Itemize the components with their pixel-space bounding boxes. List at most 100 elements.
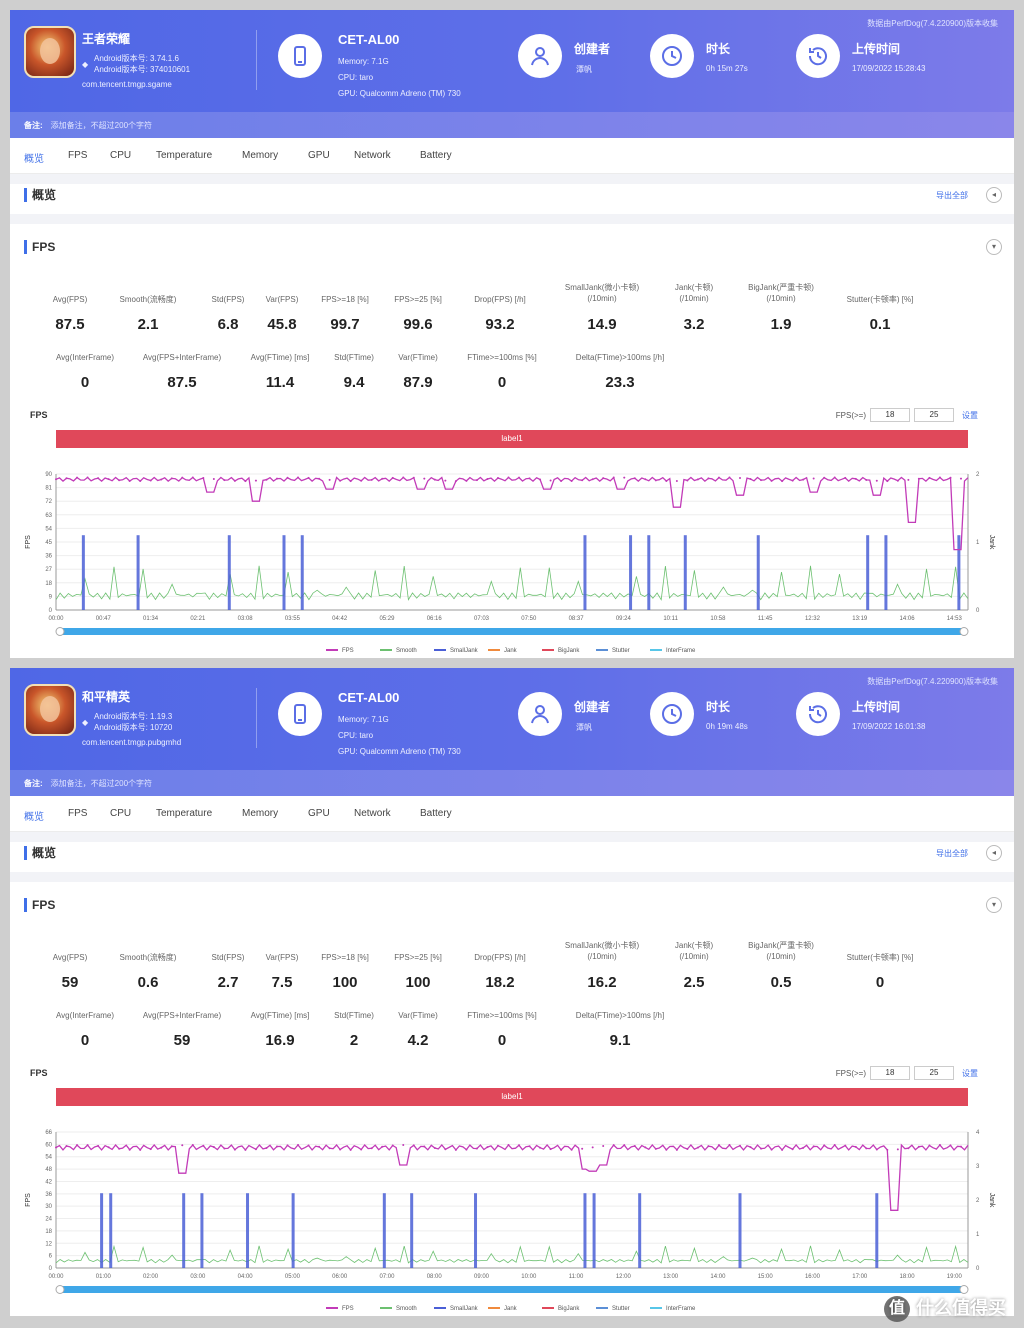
fps-point (528, 1145, 531, 1148)
device-name: CET-AL00 (338, 32, 400, 47)
fps-point (591, 1146, 594, 1149)
fps-point (107, 478, 110, 481)
smalljank-spike (282, 535, 286, 610)
overview-title: 概览 (24, 188, 56, 202)
metric-value: 100 (405, 974, 431, 991)
tab-temperature[interactable]: Temperature (156, 150, 212, 161)
fps-point (55, 478, 57, 481)
smalljank-spike (875, 1193, 879, 1268)
tab-gpu[interactable]: GPU (308, 808, 330, 819)
tab-memory[interactable]: Memory (242, 150, 278, 161)
creator-value: 潭帆 (576, 723, 592, 732)
threshold-confirm-button[interactable]: 设置 (962, 410, 978, 421)
metric-value: 0.6 (137, 974, 159, 991)
fps-point (875, 1148, 878, 1151)
y-axis-title: FPS (25, 1193, 32, 1207)
remark-bar[interactable]: 备注: 添加备注，不超过200个字符 (10, 112, 1014, 138)
y2-tick-label: 0 (976, 608, 980, 614)
device-gpu: GPU: Qualcomm Adreno (TM) 730 (338, 747, 461, 756)
x-tick-label: 08:37 (569, 616, 585, 622)
upload-time-label: 上传时间 (852, 42, 901, 56)
android-version-name: Android版本号: 3.74.1.6 (94, 54, 179, 63)
tab-fps[interactable]: FPS (68, 150, 87, 161)
creator-icon (518, 692, 562, 736)
remark-placeholder[interactable]: 添加备注，不超过200个字符 (51, 121, 152, 130)
fps-point (644, 478, 647, 481)
tab-battery[interactable]: Battery (420, 808, 452, 819)
fps-point (307, 1144, 310, 1147)
fps-point (938, 476, 941, 479)
fps-point (539, 478, 542, 481)
x-tick-label: 16:00 (805, 1274, 821, 1280)
remark-bar[interactable]: 备注: 添加备注，不超过200个字符 (10, 770, 1014, 796)
tab-memory[interactable]: Memory (242, 808, 278, 819)
remark-placeholder[interactable]: 添加备注，不超过200个字符 (51, 779, 152, 788)
threshold-input-1[interactable]: 18 (870, 408, 910, 422)
fps-point (633, 1144, 636, 1147)
threshold-confirm-button[interactable]: 设置 (962, 1068, 978, 1079)
fps-point (360, 1148, 363, 1151)
fps-point (612, 476, 615, 479)
fps-section-title: FPS (24, 240, 55, 254)
overview-title: 概览 (24, 846, 56, 860)
fps-point (370, 1147, 373, 1150)
smalljank-spike (200, 1193, 204, 1268)
metric-value: 14.9 (587, 316, 617, 333)
fps-point (728, 1144, 731, 1147)
metric-name: FTime>=100ms [%] (467, 1011, 537, 1020)
y2-axis-title: Jank (988, 535, 995, 550)
fps-collapse-button[interactable]: ▾ (986, 897, 1002, 913)
x-tick-label: 06:00 (332, 1274, 348, 1280)
header-divider (256, 30, 257, 90)
tab-temperature[interactable]: Temperature (156, 808, 212, 819)
smalljank-spike (583, 1193, 587, 1268)
tab-cpu[interactable]: CPU (110, 150, 131, 161)
export-all-link[interactable]: 导出全部 (936, 190, 968, 201)
y-tick-label: 90 (45, 472, 52, 478)
tab-overview[interactable]: 概览 (24, 150, 44, 165)
legend-entry: BigJank (558, 1306, 580, 1312)
tab-overview[interactable]: 概览 (24, 808, 44, 823)
fps-collapse-button[interactable]: ▾ (986, 239, 1002, 255)
fps-point (65, 1145, 68, 1148)
fps-point (444, 479, 447, 482)
smalljank-spike (592, 1193, 596, 1268)
package-name: com.tencent.tmgp.sgame (82, 80, 172, 89)
metric-value: 1.9 (770, 316, 792, 333)
tab-cpu[interactable]: CPU (110, 808, 131, 819)
overview-collapse-button[interactable]: ◂ (986, 187, 1002, 203)
tab-battery[interactable]: Battery (420, 150, 452, 161)
metric-name: Std(FTime) (334, 353, 374, 362)
threshold-input-2[interactable]: 25 (914, 408, 954, 422)
threshold-input-1[interactable]: 18 (870, 1066, 910, 1080)
fps-point (875, 479, 878, 482)
x-tick-label: 17:00 (852, 1274, 868, 1280)
fps-section-title: FPS (24, 898, 55, 912)
metric-name: Avg(InterFrame) (55, 353, 115, 362)
metric-value: 16.9 (265, 1032, 295, 1049)
fps-point (118, 479, 121, 482)
metric-name: Smooth(流畅度) (119, 295, 177, 304)
fps-point (781, 480, 784, 483)
tab-gpu[interactable]: GPU (308, 150, 330, 161)
fps-point (307, 476, 310, 479)
fps-point (149, 1148, 152, 1151)
label-bar: label1 (56, 1088, 968, 1106)
x-tick-label: 14:53 (947, 616, 963, 622)
tab-network[interactable]: Network (354, 808, 391, 819)
smalljank-spike (957, 535, 961, 610)
metric-name: Avg(FTime) [ms] (250, 353, 310, 362)
smalljank-spike (81, 535, 85, 610)
tab-fps[interactable]: FPS (68, 808, 87, 819)
smalljank-spike (756, 535, 760, 610)
legend-entry: Smooth (396, 648, 417, 654)
tab-network[interactable]: Network (354, 150, 391, 161)
y-tick-label: 30 (45, 1204, 52, 1210)
export-all-link[interactable]: 导出全部 (936, 848, 968, 859)
metric-name: Var(FTime) (398, 353, 438, 362)
slider-handle-left (55, 627, 65, 636)
threshold-input-2[interactable]: 25 (914, 1066, 954, 1080)
overview-collapse-button[interactable]: ◂ (986, 845, 1002, 861)
fps-point (475, 1147, 478, 1150)
fps-point (707, 477, 710, 480)
